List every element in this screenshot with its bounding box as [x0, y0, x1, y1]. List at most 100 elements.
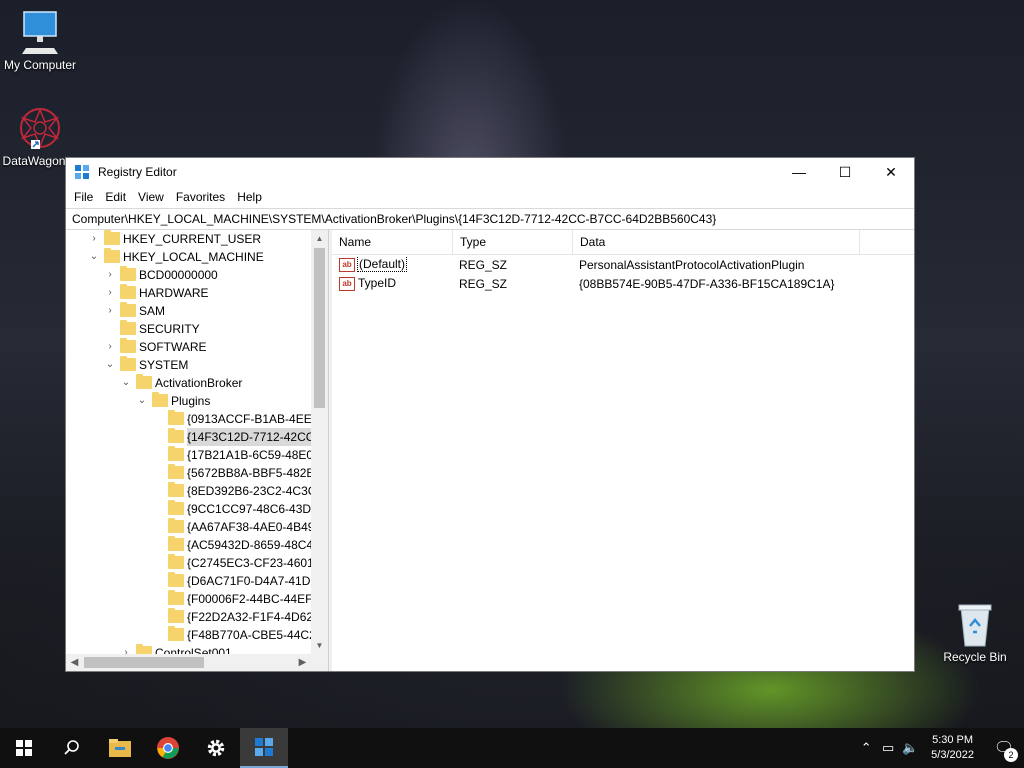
desktop-icon-recycle-bin[interactable]: Recycle Bin	[935, 602, 1015, 664]
tree-item-label: HKEY_CURRENT_USER	[123, 232, 262, 246]
collapse-arrow-icon[interactable]: ⌄	[120, 374, 132, 392]
tree-item[interactable]: {D6AC71F0-D4A7-41DD	[66, 572, 311, 590]
taskbar-settings[interactable]	[192, 728, 240, 768]
column-header-type[interactable]: Type	[453, 230, 573, 254]
collapse-arrow-icon[interactable]: ⌄	[104, 356, 116, 374]
tree-item-label: ActivationBroker	[155, 376, 243, 390]
tree-item[interactable]: › HARDWARE	[66, 284, 311, 302]
tree-item[interactable]: ⌄ HKEY_LOCAL_MACHINE	[66, 248, 311, 266]
scroll-thumb[interactable]	[314, 248, 325, 408]
tree-item[interactable]: SECURITY	[66, 320, 311, 338]
desktop-icon-label: DataWagon	[2, 154, 66, 168]
folder-icon	[120, 284, 136, 299]
registry-values-pane[interactable]: Name Type Data ab (Default) REG_SZ Person…	[329, 230, 914, 671]
folder-icon	[152, 392, 168, 407]
volume-icon[interactable]: 🔈	[899, 740, 921, 756]
expand-arrow-icon[interactable]: ›	[104, 302, 116, 320]
gear-icon	[207, 739, 225, 757]
folder-icon	[120, 356, 136, 371]
expand-arrow-icon[interactable]: ›	[104, 284, 116, 302]
expand-arrow-icon[interactable]: ›	[104, 266, 116, 284]
registry-value-row[interactable]: ab TypeID REG_SZ {08BB574E-90B5-47DF-A336…	[332, 274, 914, 293]
tree-item[interactable]: {F00006F2-44BC-44EF-	[66, 590, 311, 608]
scroll-left-arrow-icon[interactable]: ◀	[66, 654, 83, 671]
registry-value-row[interactable]: ab (Default) REG_SZ PersonalAssistantProt…	[332, 255, 914, 274]
tree-horizontal-scrollbar[interactable]: ◀ ▶	[66, 654, 311, 671]
expand-arrow-icon[interactable]: ›	[104, 338, 116, 356]
taskbar-file-explorer[interactable]	[96, 728, 144, 768]
scroll-up-arrow-icon[interactable]: ▲	[311, 230, 328, 247]
tree-item[interactable]: {AC59432D-8659-48C4-	[66, 536, 311, 554]
title-bar[interactable]: Registry Editor — ☐ ✕	[66, 158, 914, 186]
tree-item[interactable]: ⌄ SYSTEM	[66, 356, 311, 374]
tree-item[interactable]: {AA67AF38-4AE0-4B49-	[66, 518, 311, 536]
close-button[interactable]: ✕	[868, 158, 914, 186]
tree-item[interactable]: › BCD00000000	[66, 266, 311, 284]
address-bar[interactable]: Computer\HKEY_LOCAL_MACHINE\SYSTEM\Activ…	[66, 208, 914, 230]
tree-item-label: Plugins	[171, 394, 211, 408]
tree-item[interactable]: › SOFTWARE	[66, 338, 311, 356]
column-header-data[interactable]: Data	[573, 230, 860, 254]
network-icon[interactable]: ▭	[877, 740, 899, 756]
tree-item[interactable]: ⌄ ActivationBroker	[66, 374, 311, 392]
tree-item-label: {0913ACCF-B1AB-4EEE-	[187, 412, 311, 426]
menu-help[interactable]: Help	[231, 190, 268, 204]
desktop-icon-my-computer[interactable]: My Computer	[0, 8, 80, 72]
folder-icon	[168, 410, 184, 425]
menu-view[interactable]: View	[132, 190, 170, 204]
chevron-up-icon[interactable]: ⌃	[855, 740, 877, 756]
desktop-icon-label: Recycle Bin	[943, 650, 1007, 664]
maximize-icon: ☐	[838, 163, 852, 180]
scroll-down-arrow-icon[interactable]: ▼	[311, 637, 328, 654]
folder-icon	[168, 428, 184, 443]
menu-favorites[interactable]: Favorites	[170, 190, 231, 204]
clock-time: 5:30 PM	[932, 734, 974, 746]
start-button[interactable]	[0, 728, 48, 768]
tree-item[interactable]: › ControlSet001	[66, 644, 311, 654]
tree-item[interactable]: › HKEY_CURRENT_USER	[66, 230, 311, 248]
tree-item-label: {F00006F2-44BC-44EF-	[187, 592, 311, 606]
collapse-arrow-icon[interactable]: ⌄	[136, 392, 148, 410]
menu-edit[interactable]: Edit	[99, 190, 132, 204]
expand-arrow-icon[interactable]: ›	[120, 644, 132, 654]
system-tray: ⌃ ▭ 🔈 5:30 PM 5/3/2022 🗨 2	[855, 728, 1024, 768]
value-type: REG_SZ	[459, 276, 508, 291]
tree-item[interactable]: {8ED392B6-23C2-4C3C-	[66, 482, 311, 500]
folder-icon	[168, 518, 184, 533]
clock[interactable]: 5:30 PM 5/3/2022	[921, 733, 984, 763]
folder-icon	[168, 536, 184, 551]
taskbar-chrome[interactable]	[144, 728, 192, 768]
tree-vertical-scrollbar[interactable]: ▲ ▼	[311, 230, 328, 654]
scroll-thumb[interactable]	[84, 657, 204, 668]
menu-file[interactable]: File	[68, 190, 99, 204]
column-header-name[interactable]: Name	[332, 230, 453, 254]
tree-item[interactable]: {F48B770A-CBE5-44C2-	[66, 626, 311, 644]
tree-item-label: {14F3C12D-7712-42CC-	[187, 428, 311, 446]
tree-item[interactable]: {17B21A1B-6C59-48E0-	[66, 446, 311, 464]
folder-icon	[136, 374, 152, 389]
action-center-button[interactable]: 🗨 2	[984, 738, 1024, 762]
tree-item[interactable]: {5672BB8A-BBF5-482E-	[66, 464, 311, 482]
tree-item[interactable]: {9CC1CC97-48C6-43DB	[66, 500, 311, 518]
collapse-arrow-icon[interactable]: ⌄	[88, 248, 100, 266]
maximize-button[interactable]: ☐	[822, 158, 868, 186]
search-icon	[64, 740, 79, 755]
folder-icon	[120, 338, 136, 353]
tree-item-label: HKEY_LOCAL_MACHINE	[123, 250, 264, 264]
tree-item[interactable]: {0913ACCF-B1AB-4EEE-	[66, 410, 311, 428]
tree-item[interactable]: {F22D2A32-F1F4-4D62-	[66, 608, 311, 626]
taskbar-registry-editor[interactable]	[240, 728, 288, 768]
tree-item[interactable]: {C2745EC3-CF23-4601-	[66, 554, 311, 572]
minimize-button[interactable]: —	[776, 158, 822, 186]
string-value-icon: ab	[339, 276, 355, 291]
menu-bar: File Edit View Favorites Help	[66, 186, 914, 208]
expand-arrow-icon[interactable]: ›	[88, 230, 100, 248]
tree-item[interactable]: › SAM	[66, 302, 311, 320]
folder-icon	[168, 500, 184, 515]
window-title: Registry Editor	[98, 165, 177, 179]
registry-tree-pane[interactable]: › HKEY_CURRENT_USER ⌄ HKEY_LOCAL_MACHINE › BC…	[66, 230, 329, 671]
tree-item[interactable]: ⌄ Plugins	[66, 392, 311, 410]
scroll-right-arrow-icon[interactable]: ▶	[294, 654, 311, 671]
tree-item[interactable]: {14F3C12D-7712-42CC-	[66, 428, 311, 446]
search-button[interactable]	[48, 728, 96, 768]
